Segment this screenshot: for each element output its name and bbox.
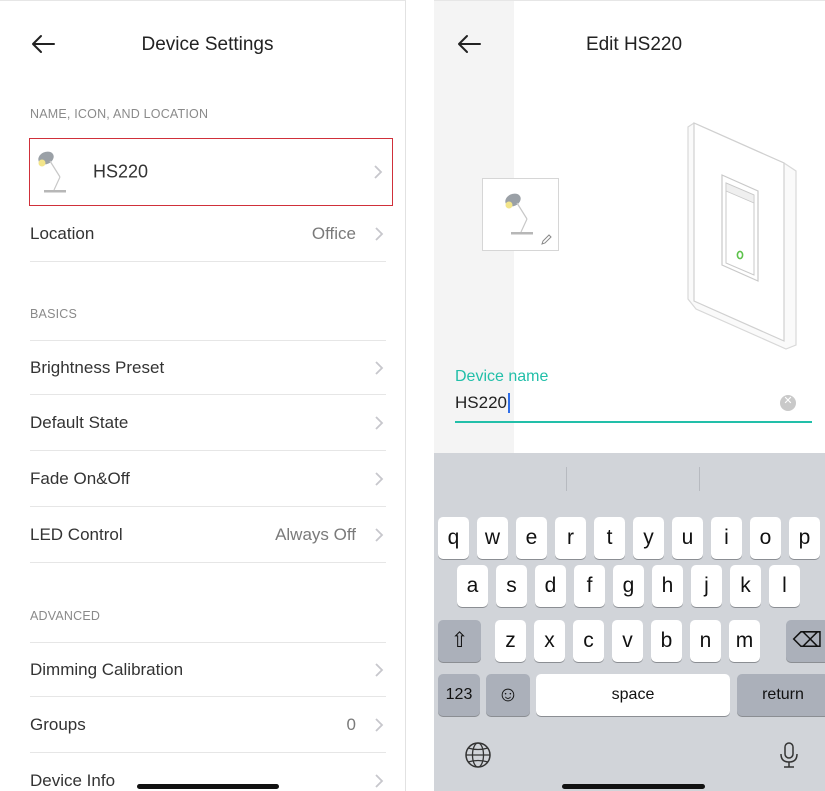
globe-icon[interactable] bbox=[463, 740, 493, 770]
key-f[interactable]: f bbox=[574, 565, 605, 607]
page-title: Edit HS220 bbox=[585, 34, 683, 55]
text-caret bbox=[507, 393, 510, 413]
key-o[interactable]: o bbox=[750, 517, 781, 559]
device-name-input-value: HS220 bbox=[455, 393, 507, 412]
key-i[interactable]: i bbox=[711, 517, 742, 559]
location-value: Office bbox=[311, 224, 356, 243]
key-c[interactable]: c bbox=[573, 620, 604, 662]
device-icon-picker[interactable] bbox=[482, 178, 559, 251]
dimming-calibration-label: Dimming Calibration bbox=[30, 659, 184, 679]
section-header-basics: BASICS bbox=[30, 307, 78, 321]
device-name-row[interactable]: HS220 bbox=[29, 138, 393, 206]
location-row[interactable]: Location Office bbox=[30, 207, 386, 262]
key-u[interactable]: u bbox=[672, 517, 703, 559]
chevron-right-icon bbox=[375, 774, 384, 788]
key-n[interactable]: n bbox=[690, 620, 721, 662]
key-w[interactable]: w bbox=[477, 517, 508, 559]
emoji-icon: ☺ bbox=[497, 683, 519, 706]
key-k[interactable]: k bbox=[730, 565, 761, 607]
groups-row[interactable]: Groups 0 bbox=[30, 698, 386, 753]
key-q[interactable]: q bbox=[438, 517, 469, 559]
keyboard: qwertyuiop asdfghjkl zxcvbnm ⇧ ⌫ 123 ☺ s… bbox=[434, 453, 825, 791]
key-a[interactable]: a bbox=[457, 565, 488, 607]
key-b[interactable]: b bbox=[651, 620, 682, 662]
key-t[interactable]: t bbox=[594, 517, 625, 559]
emoji-key[interactable]: ☺ bbox=[486, 674, 530, 716]
page-title: Device Settings bbox=[141, 34, 274, 55]
screen-divider bbox=[406, 0, 434, 791]
delete-icon: ⌫ bbox=[792, 629, 823, 652]
chevron-right-icon bbox=[375, 718, 384, 732]
led-control-row[interactable]: LED Control Always Off bbox=[30, 508, 386, 563]
key-y[interactable]: y bbox=[633, 517, 664, 559]
fade-row[interactable]: Fade On&Off bbox=[30, 452, 386, 507]
key-e[interactable]: e bbox=[516, 517, 547, 559]
device-name-input[interactable]: HS220 ✕ bbox=[455, 389, 812, 423]
home-indicator[interactable] bbox=[562, 784, 705, 789]
suggestion-bar bbox=[434, 453, 825, 503]
microphone-icon[interactable] bbox=[774, 740, 804, 770]
space-key[interactable]: space bbox=[536, 674, 730, 716]
shift-key[interactable]: ⇧ bbox=[438, 620, 481, 662]
key-p[interactable]: p bbox=[789, 517, 820, 559]
delete-key[interactable]: ⌫ bbox=[786, 620, 825, 662]
default-state-row[interactable]: Default State bbox=[30, 396, 386, 451]
key-d[interactable]: d bbox=[535, 565, 566, 607]
nav-bar: Edit HS220 bbox=[434, 1, 825, 89]
key-h[interactable]: h bbox=[652, 565, 683, 607]
return-key[interactable]: return bbox=[737, 674, 825, 716]
device-illustration bbox=[687, 122, 797, 350]
groups-label: Groups bbox=[30, 715, 86, 734]
key-x[interactable]: x bbox=[534, 620, 565, 662]
key-v[interactable]: v bbox=[612, 620, 643, 662]
lamp-icon bbox=[505, 193, 533, 235]
led-control-value: Always Off bbox=[275, 525, 356, 544]
device-name-label: HS220 bbox=[93, 161, 149, 182]
chevron-right-icon bbox=[375, 360, 384, 375]
pencil-icon bbox=[541, 234, 552, 245]
key-j[interactable]: j bbox=[691, 565, 722, 607]
chevron-right-icon bbox=[375, 528, 384, 542]
led-control-label: LED Control bbox=[30, 525, 123, 544]
dimming-calibration-row[interactable]: Dimming Calibration bbox=[30, 642, 386, 697]
key-l[interactable]: l bbox=[769, 565, 800, 607]
default-state-label: Default State bbox=[30, 413, 129, 432]
home-indicator[interactable] bbox=[137, 784, 279, 789]
lamp-icon bbox=[38, 151, 66, 193]
brightness-preset-row[interactable]: Brightness Preset bbox=[30, 340, 386, 395]
device-settings-screen: Device Settings NAME, ICON, AND LOCATION… bbox=[0, 0, 406, 791]
device-info-label: Device Info bbox=[30, 771, 116, 790]
location-label: Location bbox=[30, 224, 95, 243]
section-header-name-icon-location: NAME, ICON, AND LOCATION bbox=[30, 107, 209, 121]
shift-icon: ⇧ bbox=[450, 629, 469, 652]
key-z[interactable]: z bbox=[495, 620, 526, 662]
groups-count: 0 bbox=[346, 715, 356, 734]
chevron-right-icon bbox=[375, 416, 384, 430]
key-g[interactable]: g bbox=[613, 565, 644, 607]
numbers-key[interactable]: 123 bbox=[438, 674, 480, 716]
clear-icon[interactable]: ✕ bbox=[780, 394, 796, 411]
key-s[interactable]: s bbox=[496, 565, 527, 607]
chevron-right-icon bbox=[374, 165, 383, 179]
back-arrow-icon[interactable] bbox=[456, 31, 482, 57]
nav-bar: Device Settings bbox=[0, 1, 405, 89]
chevron-right-icon bbox=[375, 662, 384, 677]
edit-device-screen: Edit HS220 Device name HS220 ✕ q w e r t… bbox=[434, 0, 825, 791]
brightness-preset-label: Brightness Preset bbox=[30, 357, 165, 377]
section-header-advanced: ADVANCED bbox=[30, 609, 101, 623]
key-r[interactable]: r bbox=[555, 517, 586, 559]
chevron-right-icon bbox=[375, 472, 384, 486]
key-m[interactable]: m bbox=[729, 620, 760, 662]
chevron-right-icon bbox=[375, 227, 384, 241]
device-name-field-label: Device name bbox=[455, 368, 549, 385]
fade-label: Fade On&Off bbox=[30, 469, 130, 488]
